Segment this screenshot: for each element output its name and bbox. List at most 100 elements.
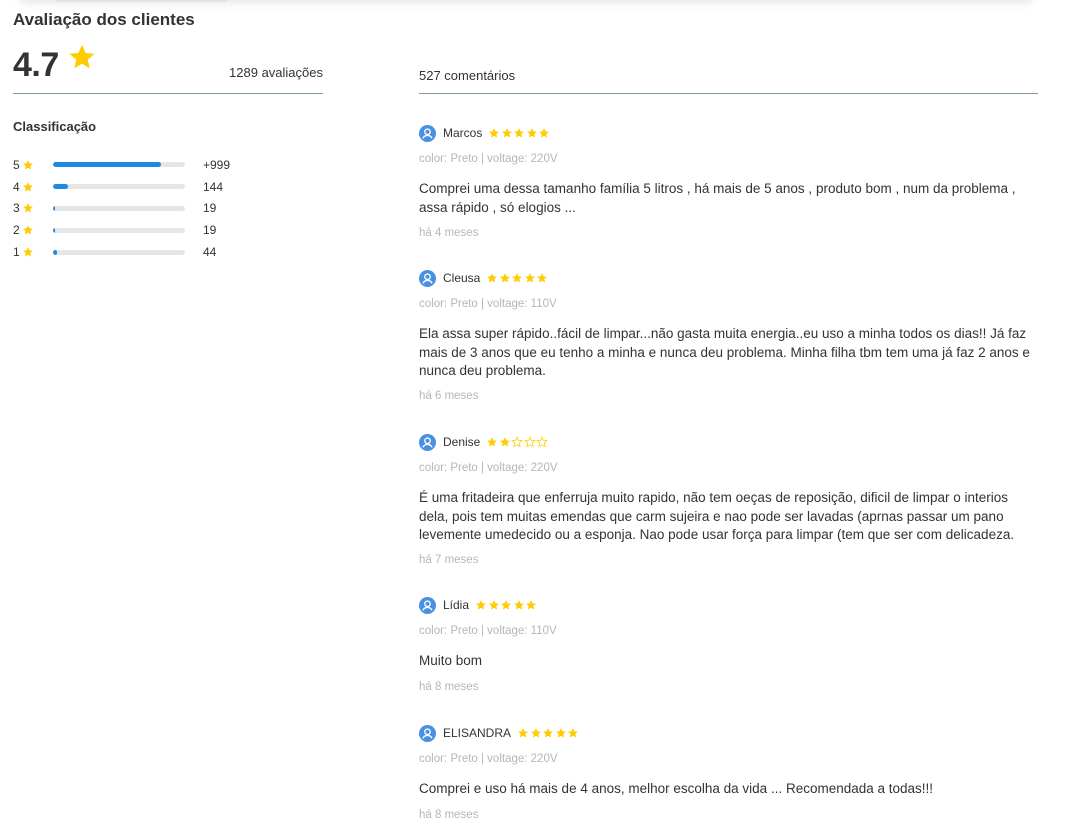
rating-bar-track <box>53 205 185 211</box>
review-stars <box>488 127 551 139</box>
star-filled-icon <box>543 728 554 738</box>
divider <box>419 93 1038 94</box>
star-icon <box>23 181 33 192</box>
review-text: Ela assa super rápido..fácil de limpar..… <box>419 326 1030 378</box>
reviewer-name: Lídia <box>443 598 470 612</box>
classification-title: Classificação <box>13 119 97 134</box>
review-text: Comprei uma dessa tamanho família 5 litr… <box>419 181 1016 215</box>
star-filled-icon <box>518 728 529 738</box>
review-stars <box>486 272 549 284</box>
review-date: há 8 meses <box>419 681 479 693</box>
star-filled-icon <box>476 600 487 610</box>
star-filled-icon <box>499 273 510 283</box>
rating-bar-fill <box>53 205 55 211</box>
review-header: Denise <box>419 433 549 451</box>
star-icon <box>23 225 33 235</box>
star-filled-icon <box>568 728 579 738</box>
star-filled-icon <box>537 273 548 283</box>
star-icon <box>23 247 33 257</box>
star-empty-icon <box>511 436 524 448</box>
review-text: É uma fritadeira que enferruja muito rap… <box>419 490 1015 542</box>
rating-count: +999 <box>203 157 231 172</box>
rating-bar-track <box>53 162 185 168</box>
review-date: há 8 meses <box>419 809 479 821</box>
star-icon <box>23 159 33 170</box>
user-avatar-icon <box>419 269 436 287</box>
review-stars <box>475 599 538 611</box>
rating-bar-row-1[interactable]: 1 44 <box>13 241 263 263</box>
review-text: Comprei e uso há mais de 4 anos, melhor … <box>419 781 934 796</box>
rating-count: 44 <box>203 245 217 260</box>
rating-level: 1 <box>13 245 20 260</box>
reviewer-name: Denise <box>443 435 481 449</box>
rating-bar-row-3[interactable]: 3 19 <box>13 198 263 220</box>
review-header: Lídia <box>419 596 538 614</box>
review-header: Cleusa <box>419 269 549 287</box>
star-filled-icon <box>530 728 541 738</box>
rating-bar-row-4[interactable]: 4 144 <box>13 176 263 198</box>
star-filled-icon <box>524 273 535 283</box>
average-rating-row: 4.7 1289 avaliações <box>13 44 323 94</box>
user-avatar-icon <box>419 724 436 742</box>
rating-count: 19 <box>203 201 217 216</box>
star-filled-icon <box>488 600 499 610</box>
user-avatar-icon <box>419 433 436 451</box>
star-filled-icon <box>499 437 510 447</box>
section-title: Avaliação dos clientes <box>13 10 195 29</box>
review-stars <box>486 436 549 448</box>
average-rating-value: 4.7 <box>13 46 59 84</box>
rating-bar-fill <box>53 249 58 255</box>
rating-bar-row-2[interactable]: 2 19 <box>13 219 263 241</box>
rating-count: 144 <box>203 179 224 194</box>
star-filled-icon <box>539 128 550 138</box>
star-filled-icon <box>514 128 525 138</box>
star-filled-icon <box>526 600 537 610</box>
star-filled-icon <box>526 128 537 138</box>
star-filled-icon <box>489 128 500 138</box>
reviewer-name: Cleusa <box>443 271 481 285</box>
user-avatar-icon <box>419 124 436 142</box>
product-variant: color: Preto | voltage: 110V <box>419 298 557 310</box>
rating-bar-fill <box>53 184 68 190</box>
comments-count: 527 comentários <box>419 68 516 83</box>
rating-bar-track <box>53 249 185 255</box>
review-text: Muito bom <box>419 653 483 668</box>
reviewer-name: ELISANDRA <box>443 726 512 740</box>
rating-count: 19 <box>203 223 217 238</box>
rating-bar-fill <box>53 162 162 168</box>
reviewer-name: Marcos <box>443 126 483 140</box>
user-avatar-icon <box>419 596 436 614</box>
rating-distribution: 5 +999 4 144 3 19 2 19 1 44 <box>13 154 263 263</box>
review-header: ELISANDRA <box>419 724 580 742</box>
rating-level: 2 <box>13 223 20 238</box>
product-variant: color: Preto | voltage: 110V <box>419 625 557 637</box>
rating-level: 4 <box>13 179 20 194</box>
star-empty-icon <box>523 436 536 448</box>
rating-level: 5 <box>13 157 20 172</box>
star-empty-icon <box>536 436 549 448</box>
star-filled-icon <box>555 728 566 738</box>
product-variant: color: Preto | voltage: 220V <box>419 462 558 474</box>
review-date: há 7 meses <box>419 554 479 566</box>
star-icon <box>23 203 33 214</box>
star-icon <box>69 44 95 69</box>
product-variant: color: Preto | voltage: 220V <box>419 753 558 765</box>
rating-bar-row-5[interactable]: 5 +999 <box>13 154 263 176</box>
rating-bar-fill <box>53 227 55 233</box>
review-header: Marcos <box>419 124 551 142</box>
star-filled-icon <box>487 273 498 283</box>
product-variant: color: Preto | voltage: 220V <box>419 153 558 165</box>
review-stars <box>517 727 580 739</box>
review-date: há 4 meses <box>419 227 479 239</box>
rating-level: 3 <box>13 201 20 216</box>
review-date: há 6 meses <box>419 390 479 402</box>
star-filled-icon <box>501 600 512 610</box>
star-filled-icon <box>512 273 523 283</box>
rating-bar-track <box>53 184 185 190</box>
rating-bar-track <box>53 227 185 233</box>
star-filled-icon <box>513 600 524 610</box>
tab-underline-stub <box>56 0 226 2</box>
star-filled-icon <box>501 128 512 138</box>
star-filled-icon <box>487 437 498 447</box>
total-ratings-label: 1289 avaliações <box>229 65 323 80</box>
